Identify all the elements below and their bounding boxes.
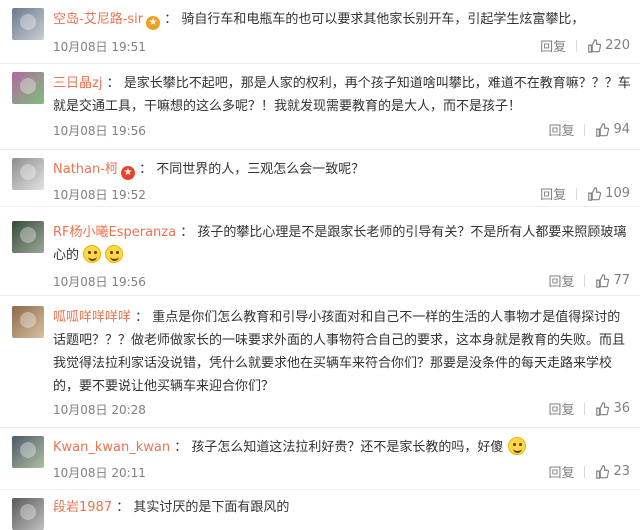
divider xyxy=(584,274,586,287)
avatar[interactable] xyxy=(12,158,44,190)
comment-actions: 回复 109 xyxy=(540,184,630,203)
comment-actions: 回复 94 xyxy=(548,120,630,139)
username-link[interactable]: RF杨小曦Esperanza xyxy=(53,225,176,240)
comment-time: 10月08日 19:56 xyxy=(53,275,146,289)
username-link[interactable]: 空岛-艾尼路-sir xyxy=(53,12,143,27)
like-button[interactable]: 94 xyxy=(595,122,630,137)
like-count: 36 xyxy=(613,401,630,416)
smiley-emoji-icon xyxy=(83,245,102,263)
thumbs-up-icon xyxy=(596,273,610,288)
thumbs-up-icon xyxy=(596,464,610,479)
comment-item: 三日晶zj ： 是家长攀比不起吧，那是人家的权利，再个孩子知道啥叫攀比，难道不在… xyxy=(0,64,640,150)
separator: ： xyxy=(112,500,134,515)
username-link[interactable]: 三日晶zj xyxy=(53,76,102,91)
reply-button[interactable]: 回复 xyxy=(540,184,566,203)
separator: ： xyxy=(102,76,124,91)
username-link[interactable]: Kwan_kwan_kwan xyxy=(53,440,170,455)
reply-button[interactable]: 回复 xyxy=(548,120,574,139)
avatar[interactable] xyxy=(12,498,44,530)
comment-item: RF杨小曦Esperanza ： 孩子的攀比心理是不是跟家长老师的引导有关？不是… xyxy=(0,207,640,296)
divider xyxy=(576,187,578,200)
like-button[interactable]: 23 xyxy=(595,464,630,479)
comment-body: Kwan_kwan_kwan ： 孩子怎么知道这法拉利好贵？还不是家长教的吗，好… xyxy=(53,436,633,459)
comment-body: 空岛-艾尼路-sir ★ ： 骑自行车和电瓶车的也可以要求其他家长别开车，引起学生… xyxy=(53,8,633,31)
like-count: 109 xyxy=(605,186,630,201)
comment-text: 其实讨厌的是下面有跟风的 xyxy=(133,500,290,515)
like-count: 220 xyxy=(605,38,630,53)
comment-actions: 回复 77 xyxy=(548,271,630,290)
comment-body: 三日晶zj ： 是家长攀比不起吧，那是人家的权利，再个孩子知道啥叫攀比，难道不在… xyxy=(53,72,633,118)
avatar[interactable] xyxy=(12,436,44,468)
reply-button[interactable]: 回复 xyxy=(548,462,574,481)
comment-actions: 回复 220 xyxy=(540,36,630,55)
vip-badge-icon: ★ xyxy=(146,16,161,30)
comment-item: 空岛-艾尼路-sir ★ ： 骑自行车和电瓶车的也可以要求其他家长别开车，引起学生… xyxy=(0,0,640,64)
like-count: 94 xyxy=(613,122,630,137)
separator: ： xyxy=(134,162,157,177)
avatar[interactable] xyxy=(12,72,44,104)
separator: ： xyxy=(160,12,182,27)
comment-text: 孩子怎么知道这法拉利好贵？还不是家长教的吗，好傻 xyxy=(191,440,504,455)
thumbs-up-icon xyxy=(596,401,610,416)
comment-body: 呱呱咩咩咩咩 ： 重点是你们怎么教育和引导小孩面对和自己不一样的生活的人事物才是… xyxy=(53,306,633,398)
separator: ： xyxy=(176,225,198,240)
divider xyxy=(584,123,586,136)
reply-button[interactable]: 回复 xyxy=(548,399,574,418)
username-link[interactable]: 段岩1987 xyxy=(53,500,112,515)
like-count: 77 xyxy=(613,273,630,288)
comment-body: 段岩1987 ： 其实讨厌的是下面有跟风的 xyxy=(53,496,633,519)
comment-item: 段岩1987 ： 其实讨厌的是下面有跟风的 xyxy=(0,490,640,530)
separator: ： xyxy=(170,440,192,455)
comment-time: 10月08日 20:11 xyxy=(53,466,146,480)
comment-time: 10月08日 19:52 xyxy=(53,188,146,202)
thumbs-up-icon xyxy=(596,122,610,137)
avatar[interactable] xyxy=(12,8,44,40)
comment-text: 不同世界的人，三观怎么会一致呢？ xyxy=(156,162,365,177)
comment-time: 10月08日 19:56 xyxy=(53,124,146,138)
thumbs-up-icon xyxy=(588,186,602,201)
divider xyxy=(584,465,586,478)
comment-actions: 回复 23 xyxy=(548,462,630,481)
like-button[interactable]: 220 xyxy=(587,38,630,53)
smiley-emoji-icon xyxy=(507,437,526,455)
comment-item: Nathan-柯 ★ ： 不同世界的人，三观怎么会一致呢？ 10月08日 19:5… xyxy=(0,150,640,207)
username-link[interactable]: 呱呱咩咩咩咩 xyxy=(53,310,131,325)
reply-button[interactable]: 回复 xyxy=(540,36,566,55)
like-button[interactable]: 77 xyxy=(595,273,630,288)
comment-item: Kwan_kwan_kwan ： 孩子怎么知道这法拉利好贵？还不是家长教的吗，好… xyxy=(0,428,640,490)
like-button[interactable]: 36 xyxy=(595,401,630,416)
comment-time: 10月08日 20:28 xyxy=(53,403,146,417)
divider xyxy=(584,402,586,415)
comment-list: 空岛-艾尼路-sir ★ ： 骑自行车和电瓶车的也可以要求其他家长别开车，引起学生… xyxy=(0,0,640,530)
comment-text: 是家长攀比不起吧，那是人家的权利，再个孩子知道啥叫攀比，难道不在教育嘛？？？车就… xyxy=(53,76,631,114)
like-button[interactable]: 109 xyxy=(587,186,630,201)
vip-badge-icon: ★ xyxy=(120,166,135,180)
avatar[interactable] xyxy=(12,221,44,253)
comment-actions: 回复 36 xyxy=(548,399,630,418)
thumbs-up-icon xyxy=(588,38,602,53)
avatar[interactable] xyxy=(12,306,44,338)
reply-button[interactable]: 回复 xyxy=(548,271,574,290)
comment-body: Nathan-柯 ★ ： 不同世界的人，三观怎么会一致呢？ xyxy=(53,158,633,181)
comment-item: 呱呱咩咩咩咩 ： 重点是你们怎么教育和引导小孩面对和自己不一样的生活的人事物才是… xyxy=(0,296,640,428)
separator: ： xyxy=(131,310,153,325)
like-count: 23 xyxy=(613,464,630,479)
comment-body: RF杨小曦Esperanza ： 孩子的攀比心理是不是跟家长老师的引导有关？不是… xyxy=(53,221,633,267)
smiley-emoji-icon xyxy=(105,245,124,263)
username-link[interactable]: Nathan-柯 xyxy=(53,162,118,177)
comment-time: 10月08日 19:51 xyxy=(53,40,146,54)
comment-text: 骑自行车和电瓶车的也可以要求其他家长别开车，引起学生炫富攀比， xyxy=(181,12,585,27)
divider xyxy=(576,39,578,52)
